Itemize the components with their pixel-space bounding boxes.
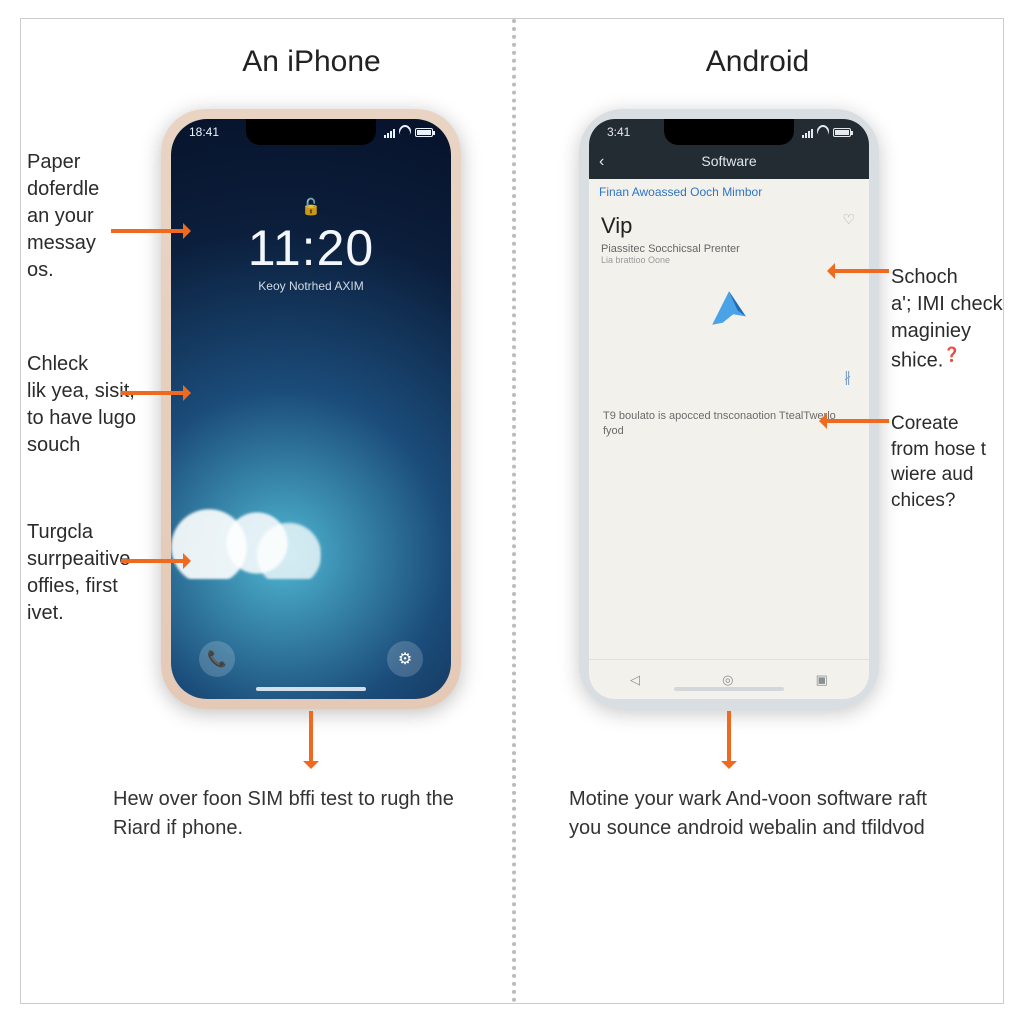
nav-back-icon[interactable]: ◁ [630,672,640,688]
android-blue-line: Finan Awoassed Ooch Mimbor [599,185,859,199]
android-sub1: Piassitec Socchicsal Prenter [601,243,857,255]
iphone-status-right [384,125,433,140]
left-callout-2: Chleck lik yea, sisit, to have lugo souc… [27,351,162,459]
android-section: Vip Piassitec Socchicsal Prenter Lia bra… [601,213,857,265]
android-body-text: T9 boulato is apocced tnsconaotion Tteal… [603,409,855,440]
android-appbar-title: Software [589,153,869,169]
signal-icon [384,128,395,138]
iphone-notch [246,119,376,145]
column-title-iphone: An iPhone [21,45,512,79]
left-callout-3: Turgcla surrpeaitive offies, first ivet. [27,519,162,627]
lock-icon: 🔓 [171,197,451,217]
arrow-left-3 [121,559,189,563]
center-divider [512,19,516,1003]
iphone-screen: 18:41 🔓 11:20 Keoy Notrhed AXIM 📞 ⚙ [171,119,451,699]
iphone-mockup: 18:41 🔓 11:20 Keoy Notrhed AXIM 📞 ⚙ [161,109,461,709]
android-screen: 3:41 ‹ Software Finan Awoassed Ooch Mimb… [589,119,869,699]
arrow-right-1 [829,269,889,273]
iphone-lock-area: 🔓 11:20 Keoy Notrhed AXIM [171,197,451,293]
android-center-icon [708,287,750,329]
left-callout-1: Paper doferdle an your messay os. [27,149,162,284]
wallpaper-clouds [171,499,321,579]
android-sub2: Lia brattioo Oone [601,255,857,265]
caption-left: Hew over foon SIM bffi test to rugh the … [113,785,493,843]
nav-home-icon[interactable]: ◎ [722,672,733,688]
battery-icon [415,128,433,137]
android-vip-label: Vip [601,213,857,239]
iphone-settings-button[interactable]: ⚙ [387,641,423,677]
arrow-down-left [309,711,313,767]
arrow-left-1 [111,229,189,233]
signal-icon [802,128,813,138]
iphone-subline: Keoy Notrhed AXIM [171,279,451,293]
iphone-status-time: 18:41 [189,125,219,140]
question-icon: ❓ [943,345,960,364]
android-home-indicator [674,687,784,691]
home-indicator [256,687,366,691]
android-notch [664,119,794,145]
iphone-clock: 11:20 [171,219,451,277]
arrow-down-right [727,711,731,767]
android-status-time: 3:41 [607,125,630,140]
wifi-icon [399,125,411,140]
arrow-right-2 [821,419,889,423]
right-callout-1: Schoch a'; IMI check maginiey shice.❓ [891,237,1024,375]
bluetooth-icon: ∦ [844,369,851,386]
iphone-phone-button[interactable]: 📞 [199,641,235,677]
android-status-right [802,125,851,140]
wifi-icon [817,125,829,140]
right-callout-2: Coreate from hose t wiere aud chices? [891,411,1024,514]
android-nav-bar: ◁ ◎ ▣ [589,659,869,699]
heart-icon[interactable]: ♡ [842,211,855,228]
column-title-android: Android [512,45,1003,79]
battery-icon [833,128,851,137]
android-mockup: 3:41 ‹ Software Finan Awoassed Ooch Mimb… [579,109,879,709]
comparison-frame: An iPhone Android 18:41 🔓 11:20 Keoy Not [20,18,1004,1004]
caption-right: Motine your wark And-voon software raft … [569,785,929,843]
nav-recent-icon[interactable]: ▣ [816,672,828,688]
arrow-left-2 [121,391,189,395]
